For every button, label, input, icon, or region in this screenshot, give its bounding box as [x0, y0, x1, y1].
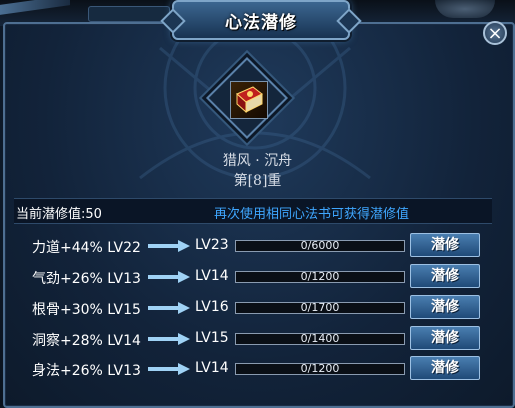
progress-text: 0/1200 [300, 362, 340, 375]
title-bar: 心法潜修 [172, 0, 350, 40]
attribute-row: 洞察+28% LV14 LV15 0/1400 潜修 [0, 325, 515, 353]
attribute-row: 气劲+26% LV13 LV14 0/1200 潜修 [0, 263, 515, 291]
arrow-right-icon [148, 271, 190, 283]
dialog-title: 心法潜修 [225, 13, 297, 33]
progress-text: 0/1700 [300, 301, 340, 314]
attribute-stat: 洞察+28% LV14 [32, 333, 141, 349]
close-button[interactable]: × [483, 21, 507, 45]
arrow-right-icon [148, 363, 190, 375]
book-level: 第[8]重 [233, 173, 282, 189]
attribute-stat: 力道+44% LV22 [32, 240, 141, 256]
current-points: 当前潜修值:50 [16, 207, 102, 222]
arrow-right-icon [148, 240, 190, 252]
progress-bar: 0/6000 [235, 239, 405, 252]
next-level: LV14 [195, 268, 229, 284]
cultivate-button[interactable]: 潜修 [410, 233, 480, 257]
corner-ornament-right [435, 0, 495, 18]
arrow-right-icon [148, 302, 190, 314]
red-book-icon-graphic [236, 86, 263, 114]
red-book-icon [230, 81, 268, 119]
cultivate-button[interactable]: 潜修 [410, 295, 480, 319]
arrow-right-icon [148, 333, 190, 345]
attribute-stat: 根骨+30% LV15 [32, 302, 141, 318]
progress-bar: 0/1200 [235, 362, 405, 375]
next-level: LV16 [195, 299, 229, 315]
progress-text: 0/6000 [300, 239, 340, 252]
progress-bar: 0/1200 [235, 270, 405, 283]
book-name: 猎风 · 沉舟 [222, 153, 293, 169]
attribute-row: 身法+26% LV13 LV14 0/1200 潜修 [0, 355, 515, 383]
attribute-stat: 身法+26% LV13 [32, 363, 141, 379]
attribute-row: 力道+44% LV22 LV23 0/6000 潜修 [0, 232, 515, 260]
progress-bar: 0/1700 [235, 301, 405, 314]
cultivate-button[interactable]: 潜修 [410, 326, 480, 350]
background-tab [88, 6, 170, 22]
next-level: LV14 [195, 360, 229, 376]
next-level: LV23 [195, 237, 229, 253]
attribute-stat: 气劲+26% LV13 [32, 271, 141, 287]
progress-text: 0/1400 [300, 332, 340, 345]
attribute-row: 根骨+30% LV15 LV16 0/1700 潜修 [0, 294, 515, 322]
hint-text: 再次使用相同心法书可获得潜修值 [214, 207, 410, 222]
cultivate-button[interactable]: 潜修 [410, 264, 480, 288]
progress-text: 0/1200 [300, 270, 340, 283]
cultivate-button[interactable]: 潜修 [410, 356, 480, 380]
progress-bar: 0/1400 [235, 332, 405, 345]
next-level: LV15 [195, 330, 229, 346]
